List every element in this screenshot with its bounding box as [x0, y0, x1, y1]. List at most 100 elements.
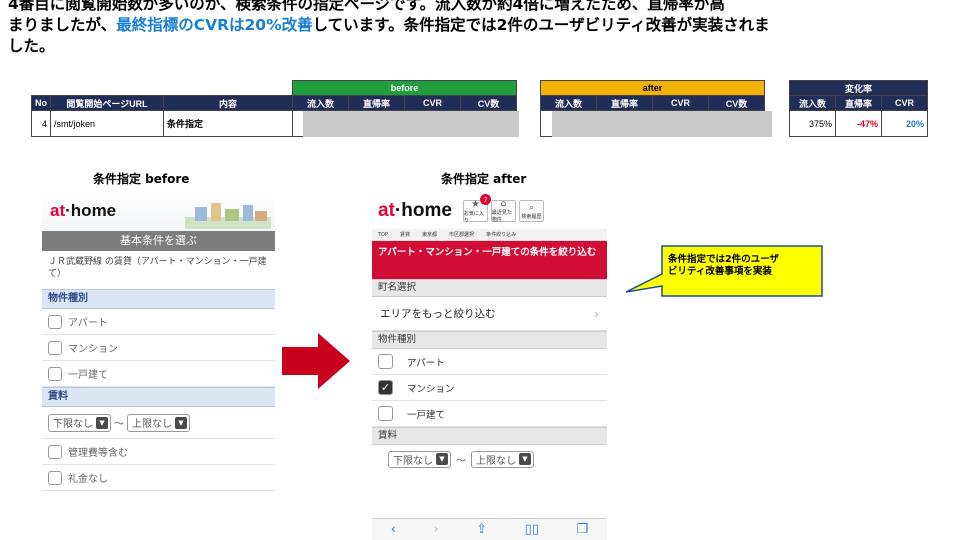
row-no: 4	[31, 110, 51, 137]
before-rent-separator: 〜	[114, 419, 124, 430]
before-section-rent: 賃料	[42, 387, 275, 407]
tabs-icon[interactable]: ❐	[577, 522, 589, 537]
safari-toolbar: ‹ › ⇪ ▯▯ ❐	[372, 518, 607, 540]
intro-text: 4番目に閲覧開始数が多いのか、検索条件の指定ページです。流入数が約4倍に増えたた…	[8, 0, 953, 57]
before-type-mansion[interactable]: マンション	[42, 335, 275, 361]
before-rent-row: 下限なし ▼ 〜 上限なし ▼	[42, 407, 275, 439]
redacted-before-values	[303, 111, 519, 137]
checkbox-icon[interactable]	[48, 366, 62, 381]
row-content: 条件指定	[163, 110, 293, 137]
breadcrumb-rent[interactable]: 賃貸	[394, 231, 416, 238]
col-after-inflow: 流入数	[540, 95, 597, 111]
after-rent-separator: 〜	[456, 455, 466, 467]
group-rate-header: 変化率	[789, 80, 928, 96]
callout-text: 条件指定では2件のユーザ ビリティ改善事項を実装	[668, 254, 779, 278]
caption-before: 条件指定 before	[93, 172, 190, 186]
before-title-bar: 基本条件を選ぶ	[42, 231, 275, 251]
callout-line-1: 条件指定では2件のユーザ	[668, 254, 779, 265]
before-type-apartment[interactable]: アパート	[42, 309, 275, 335]
favorites-tab[interactable]: ★ お気に入り 7	[462, 194, 491, 224]
before-type-house[interactable]: 一戸建て	[42, 361, 275, 387]
star-icon: ★	[470, 198, 480, 210]
before-option-no-key-money[interactable]: 礼金なし	[42, 465, 275, 491]
rate-bounce: -47%	[835, 110, 882, 137]
checkbox-icon[interactable]	[48, 340, 62, 355]
rate-inflow: 375%	[789, 110, 836, 137]
col-after-cvr: CVR	[652, 95, 709, 111]
col-url: 閲覧開始ページURL	[50, 95, 164, 111]
forward-icon[interactable]: ›	[434, 522, 439, 537]
before-rent-max-select[interactable]: 上限なし ▼	[127, 413, 190, 432]
bookmarks-icon[interactable]: ▯▯	[525, 522, 539, 537]
after-area-more-label: エリアをもっと絞り込む	[380, 308, 496, 320]
dropdown-arrow-icon: ▼	[436, 453, 448, 465]
athome-logo[interactable]: at·home	[378, 200, 452, 222]
caption-after: 条件指定 after	[441, 172, 527, 186]
checkbox-icon[interactable]	[48, 444, 62, 459]
dropdown-arrow-icon: ▼	[96, 416, 108, 429]
col-rate-inflow: 流入数	[789, 95, 836, 111]
after-area-more-row[interactable]: エリアをもっと絞り込む ›	[372, 297, 607, 331]
dropdown-arrow-icon: ▼	[175, 416, 187, 429]
breadcrumb-city[interactable]: 市区郡選択	[443, 231, 480, 238]
col-rate-cvr: CVR	[881, 95, 928, 111]
after-header: at·home ★ お気に入り 7 ⌂ 最近見た物件 ⌕ 検索履歴	[372, 193, 607, 229]
athome-logo[interactable]: at·home	[50, 201, 116, 221]
col-rate-bounce: 直帰率	[835, 95, 882, 111]
favorites-badge: 7	[479, 194, 491, 205]
col-no: No	[31, 95, 51, 111]
breadcrumb-tokyo[interactable]: 東京都	[416, 231, 443, 238]
row-url: /smt/joken	[50, 110, 164, 137]
after-section-rent: 賃料	[372, 427, 607, 445]
intro-line-2-b: しています。条件指定では2件のユーザビリティ改善が実装されま	[312, 16, 770, 34]
after-title-bar: アパート・マンション・一戸建ての条件を絞り込む	[372, 241, 607, 279]
breadcrumb-current: 条件絞り込み	[486, 232, 517, 238]
after-screen: at·home ★ お気に入り 7 ⌂ 最近見た物件 ⌕ 検索履歴 TOP 賃貸…	[372, 193, 607, 540]
after-section-type: 物件種別	[372, 331, 607, 349]
after-rent-min-select[interactable]: 下限なし ▼	[388, 450, 451, 468]
before-route-text: ＪＲ武蔵野線 の賃貸（アパート・マンション・一戸建て）	[48, 257, 267, 279]
after-town-select-head: 町名選択	[372, 279, 607, 297]
rate-cvr: 20%	[881, 110, 928, 137]
callout-line-2: ビリティ改善事項を実装	[668, 266, 772, 277]
cityscape-illustration	[185, 203, 271, 229]
col-content: 内容	[163, 95, 293, 111]
intro-line-3: した。	[8, 37, 55, 55]
before-screen: at·home 基本条件を選ぶ ＪＲ武蔵野線 の賃貸（アパート・マンション・一戸…	[42, 193, 275, 540]
before-header: at·home	[42, 193, 275, 231]
building-icon: ⌂	[500, 199, 507, 209]
before-section-type: 物件種別	[42, 289, 275, 309]
after-rent-row: 下限なし ▼ 〜 上限なし ▼	[372, 445, 607, 473]
col-after-bounce: 直帰率	[596, 95, 653, 111]
after-type-apartment[interactable]: アパート	[372, 349, 607, 375]
col-before-inflow: 流入数	[292, 95, 349, 111]
dropdown-arrow-icon: ▼	[519, 453, 531, 465]
before-rent-min-select[interactable]: 下限なし ▼	[48, 413, 111, 432]
group-before-header: before	[292, 80, 517, 96]
redacted-after-values	[552, 111, 772, 137]
search-history-tab[interactable]: ⌕ 検索履歴	[518, 200, 544, 222]
share-icon[interactable]: ⇪	[476, 522, 487, 537]
breadcrumb-top[interactable]: TOP	[372, 232, 394, 238]
before-to-after-arrow	[282, 333, 350, 389]
before-option-fees[interactable]: 管理費等含む	[42, 439, 275, 465]
after-type-mansion[interactable]: ✓ マンション	[372, 375, 607, 401]
col-before-cvr: CVR	[404, 95, 461, 111]
intro-line-2: まりましたが、最終指標のCVRは20%改善しています。条件指定では2件のユーザビ…	[8, 15, 953, 36]
checkbox-icon[interactable]	[378, 406, 393, 421]
after-rent-max-select[interactable]: 上限なし ▼	[471, 450, 534, 468]
history-icon: ⌕	[528, 202, 534, 213]
recent-viewed-tab[interactable]: ⌂ 最近見た物件	[490, 199, 516, 223]
intro-highlight: 最終指標のCVRは20%改善	[116, 16, 313, 34]
checkbox-checked-icon[interactable]: ✓	[378, 380, 393, 395]
col-before-bounce: 直帰率	[348, 95, 405, 111]
intro-line-2-a: まりましたが、	[8, 16, 117, 34]
after-type-house[interactable]: 一戸建て	[372, 401, 607, 427]
group-after-header: after	[540, 80, 765, 96]
back-icon[interactable]: ‹	[391, 522, 396, 537]
col-before-cv: CV数	[460, 95, 517, 111]
col-after-cv: CV数	[708, 95, 765, 111]
checkbox-icon[interactable]	[48, 470, 62, 485]
checkbox-icon[interactable]	[48, 314, 62, 329]
checkbox-icon[interactable]	[378, 354, 393, 369]
